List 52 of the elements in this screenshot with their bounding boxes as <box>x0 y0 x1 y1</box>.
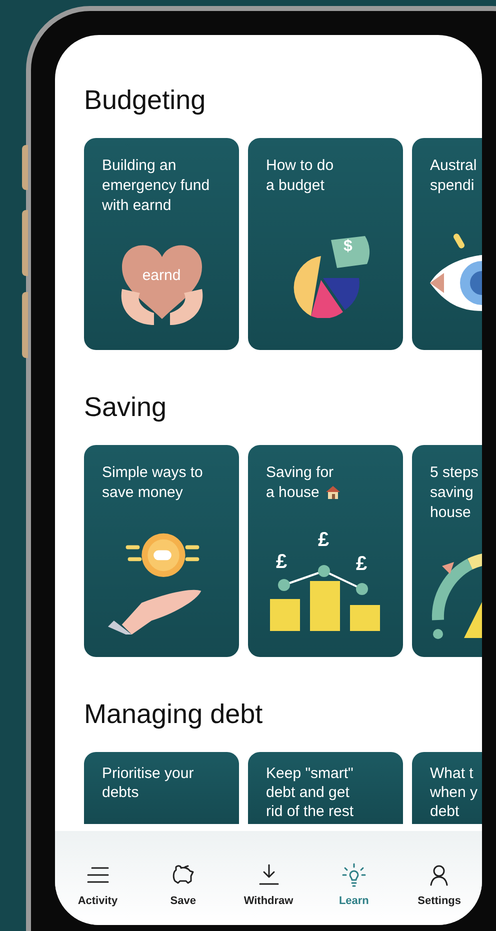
card-title-line: save money <box>102 483 184 503</box>
section-heading: Saving <box>84 391 168 424</box>
chart-point <box>356 583 368 595</box>
article-card[interactable]: Keep "smart" debt and get rid of the rest <box>248 752 403 824</box>
coin-stack <box>310 581 340 631</box>
article-card[interactable]: Austral spendi <box>412 138 482 350</box>
article-card[interactable]: Saving for a house £ £ £ <box>248 445 403 657</box>
chart-point <box>278 579 290 591</box>
card-title-line: a budget <box>266 176 326 196</box>
pound-sign: £ <box>356 553 368 575</box>
card-title-line: emergency fund <box>102 176 211 196</box>
card-title-line: Building an <box>102 156 178 176</box>
logo-text: earnd <box>142 266 181 286</box>
card-title-line: Keep "smart" <box>266 764 354 783</box>
card-title-line: Saving for <box>266 463 335 483</box>
article-card[interactable]: What t when y debt <box>412 752 482 824</box>
nav-tab[interactable]: Learn <box>311 863 397 925</box>
coin-stack <box>350 605 380 631</box>
download-icon <box>256 863 281 887</box>
article-card[interactable]: 5 steps saving house <box>412 445 482 657</box>
card-title-line: with earnd <box>102 196 172 216</box>
card-title-line: spendi <box>430 176 476 196</box>
nav-tab[interactable]: Withdraw <box>226 863 312 925</box>
card-title-line: Austral <box>430 156 478 176</box>
card-title-line: saving <box>430 483 474 503</box>
chart-point <box>318 565 330 577</box>
section-heading: Managing debt <box>84 698 264 731</box>
nav-tab[interactable]: Settings <box>396 863 482 925</box>
article-card[interactable]: Building an emergency fund with earnd earnd <box>84 138 239 350</box>
pound-sign: £ <box>276 551 288 573</box>
card-title-line: rid of the rest <box>266 802 355 821</box>
lightbulb-icon <box>342 863 366 887</box>
card-title-line: 5 steps <box>430 463 480 483</box>
card-title-line: debts <box>102 783 140 802</box>
article-card[interactable]: Simple ways to save money <box>84 445 239 657</box>
card-title-line: debt and get <box>266 783 350 802</box>
card-title-line: debt <box>430 802 460 821</box>
dollar-sign: $ <box>344 238 352 256</box>
section-heading: Budgeting <box>84 84 207 117</box>
card-title-line: when y <box>430 783 479 802</box>
pound-sign: £ <box>318 529 330 551</box>
card-title-line: Simple ways to <box>102 463 204 483</box>
nav-tab[interactable]: Activity <box>55 863 140 925</box>
card-title-line: house <box>430 503 472 523</box>
article-card[interactable]: Prioritise your debts <box>84 752 239 824</box>
card-title-line: a house <box>266 483 385 503</box>
coin-stack <box>270 599 300 631</box>
card-title-line: How to do <box>266 156 335 176</box>
card-title-line: What t <box>430 764 474 783</box>
article-card[interactable]: How to do a budget $ <box>248 138 403 350</box>
card-title-line: Prioritise your <box>102 764 195 783</box>
nav-tab[interactable]: Save <box>140 863 226 925</box>
